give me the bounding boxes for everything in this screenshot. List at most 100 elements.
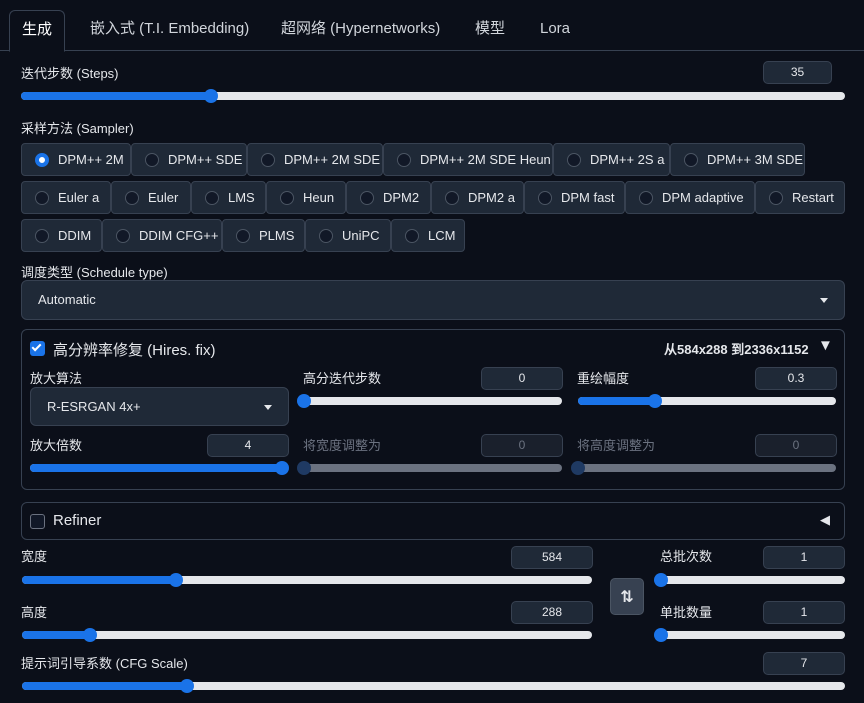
sampler-option-euler[interactable]: Euler [111, 181, 191, 214]
radio-icon [145, 153, 159, 167]
radio-icon [280, 191, 294, 205]
upscale-by-label: 放大倍数 [30, 438, 83, 453]
radio-label: DPM++ 3M SDE [707, 152, 804, 167]
cfg-scale-slider[interactable] [22, 679, 845, 693]
height-label: 高度 [21, 605, 48, 620]
cfg-scale-label: 提示词引导系数 (CFG Scale) [21, 656, 188, 671]
radio-label: DPM fast [561, 190, 615, 205]
batch-count-slider[interactable] [654, 573, 845, 587]
denoise-input[interactable]: 0.3 [755, 367, 837, 390]
sampler-option-dpmpp-sde[interactable]: DPM++ SDE [131, 143, 247, 176]
expand-arrow-icon[interactable]: ◀ [820, 512, 830, 528]
collapse-arrow-icon[interactable]: ▼ [818, 337, 833, 354]
tab-bar: 生成 嵌入式 (T.I. Embedding) 超网络 (Hypernetwor… [0, 0, 864, 52]
sampler-option-ddim-cfgpp[interactable]: DDIM CFG++ [102, 219, 222, 252]
batch-size-slider[interactable] [654, 628, 845, 642]
radio-icon [236, 229, 250, 243]
hires-steps-slider-thumb[interactable] [297, 394, 311, 408]
batch-count-slider-thumb[interactable] [654, 573, 668, 587]
resize-width-label: 将宽度调整为 [303, 438, 382, 453]
steps-input[interactable]: 35 [763, 61, 832, 84]
batch-count-input[interactable]: 1 [763, 546, 845, 569]
radio-icon [319, 229, 333, 243]
radio-label: DPM++ 2S a [590, 152, 665, 167]
hires-fix-checkbox[interactable] [30, 341, 45, 356]
radio-icon [405, 229, 419, 243]
resize-height-label: 将高度调整为 [577, 438, 656, 453]
resize-width-slider-thumb [297, 461, 311, 475]
refiner-panel[interactable] [21, 502, 845, 540]
height-input[interactable]: 288 [511, 601, 593, 624]
refiner-title: Refiner [53, 512, 102, 529]
cfg-scale-input[interactable]: 7 [763, 652, 845, 675]
sampler-option-ddim[interactable]: DDIM [21, 219, 102, 252]
sampler-option-lcm[interactable]: LCM [391, 219, 465, 252]
sampler-option-dpmpp-2s-a[interactable]: DPM++ 2S a [553, 143, 670, 176]
sampler-option-dpm-fast[interactable]: DPM fast [524, 181, 625, 214]
sampler-option-dpm2-a[interactable]: DPM2 a [431, 181, 524, 214]
batch-size-slider-thumb[interactable] [654, 628, 668, 642]
radio-label: DDIM [58, 228, 92, 243]
sampler-option-lms[interactable]: LMS [191, 181, 266, 214]
batch-count-label: 总批次数 [660, 549, 713, 564]
radio-icon [769, 191, 783, 205]
hires-steps-slider[interactable] [297, 394, 562, 408]
steps-slider[interactable] [21, 89, 845, 103]
sampler-option-dpm-adaptive[interactable]: DPM adaptive [625, 181, 755, 214]
resize-height-slider-thumb [571, 461, 585, 475]
tab-hypernetworks[interactable]: 超网络 (Hypernetworks) [269, 10, 452, 51]
radio-label: DPM++ 2M SDE Heun [420, 152, 551, 167]
sampler-option-euler-a[interactable]: Euler a [21, 181, 111, 214]
radio-label: DPM++ 2M [58, 152, 124, 167]
height-slider[interactable] [22, 628, 592, 642]
sampler-option-plms[interactable]: PLMS [222, 219, 305, 252]
radio-label: LCM [428, 228, 456, 243]
tab-lora[interactable]: Lora [528, 10, 582, 51]
sampler-option-dpmpp-2m[interactable]: DPM++ 2M [21, 143, 131, 176]
sampler-option-heun[interactable]: Heun [266, 181, 346, 214]
batch-size-input[interactable]: 1 [763, 601, 845, 624]
tab-models[interactable]: 模型 [463, 10, 517, 51]
radio-label: Euler a [58, 190, 100, 205]
radio-selected-icon [35, 153, 49, 167]
denoise-label: 重绘幅度 [577, 371, 630, 386]
tab-generate[interactable]: 生成 [9, 10, 66, 52]
refiner-checkbox[interactable] [30, 514, 45, 529]
radio-icon [205, 191, 219, 205]
width-label: 宽度 [21, 549, 48, 564]
chevron-down-icon [264, 404, 272, 410]
width-input[interactable]: 584 [511, 546, 593, 569]
upscale-by-input[interactable]: 4 [207, 434, 289, 457]
resize-width-slider [297, 461, 562, 475]
swap-dimensions-button[interactable]: ⇅ [610, 578, 644, 615]
sampler-option-unipc[interactable]: UniPC [305, 219, 391, 252]
width-slider-thumb[interactable] [168, 573, 183, 587]
denoise-slider[interactable] [578, 394, 836, 408]
height-slider-thumb[interactable] [83, 628, 98, 642]
sampler-option-dpmpp-2m-sde[interactable]: DPM++ 2M SDE [247, 143, 383, 176]
hires-fix-summary: 从584x288 到2336x1152 [664, 342, 809, 357]
sampler-option-dpmpp-2m-sde-heun[interactable]: DPM++ 2M SDE Heun [383, 143, 553, 176]
steps-slider-thumb[interactable] [203, 89, 218, 103]
sampler-option-restart[interactable]: Restart [755, 181, 845, 214]
upscaler-dropdown[interactable]: R-ESRGAN 4x+ [30, 387, 289, 426]
radio-label: PLMS [259, 228, 295, 243]
upscale-by-slider[interactable] [30, 461, 289, 475]
schedule-type-label: 调度类型 (Schedule type) [21, 265, 168, 280]
sampler-option-dpm2[interactable]: DPM2 [346, 181, 431, 214]
width-slider[interactable] [22, 573, 592, 587]
radio-icon [360, 191, 374, 205]
sampler-option-dpmpp-3m-sde[interactable]: DPM++ 3M SDE [670, 143, 805, 176]
cfg-scale-slider-thumb[interactable] [179, 679, 194, 693]
schedule-type-dropdown[interactable]: Automatic [21, 280, 845, 320]
batch-size-label: 单批数量 [660, 605, 713, 620]
radio-icon [639, 191, 653, 205]
hires-steps-input[interactable]: 0 [481, 367, 563, 390]
swap-arrows-icon: ⇅ [620, 589, 634, 606]
tab-embedding[interactable]: 嵌入式 (T.I. Embedding) [78, 10, 261, 51]
radio-label: Restart [792, 190, 834, 205]
schedule-type-value: Automatic [38, 292, 96, 307]
check-icon [31, 341, 42, 352]
upscale-by-slider-thumb[interactable] [275, 461, 289, 475]
sampler-label: 采样方法 (Sampler) [21, 121, 134, 136]
